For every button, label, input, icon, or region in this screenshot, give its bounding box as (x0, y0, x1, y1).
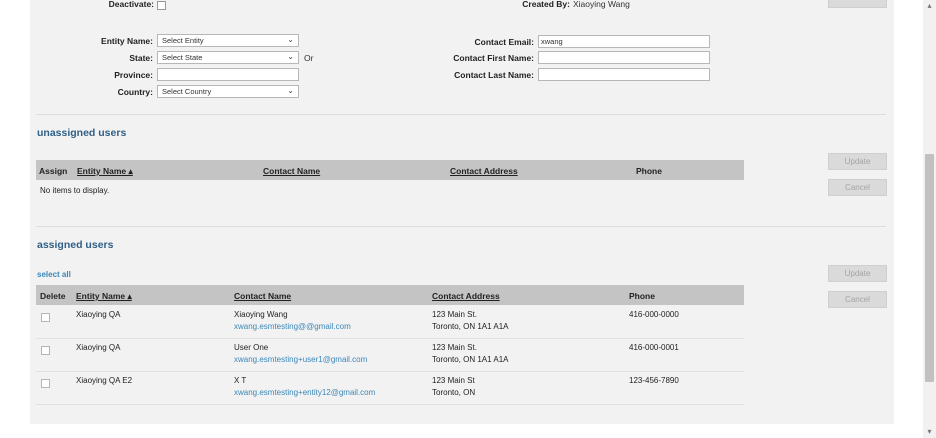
scrollbar-thumb[interactable] (925, 154, 934, 382)
contact-first-name-label: Contact First Name: (453, 53, 534, 63)
table-row: Xiaoying QA E2 X T xwang.esmtesting+enti… (36, 372, 744, 405)
contact-last-name-input[interactable] (538, 68, 710, 81)
phone-cell: 123-456-7890 (629, 376, 679, 385)
or-label: Or (304, 53, 314, 63)
address-line1-cell: 123 Main St (432, 376, 475, 385)
state-select-value: Select State (162, 53, 203, 62)
chevron-down-icon: ⌄ (287, 35, 294, 44)
table-row: Xiaoying QA User One xwang.esmtesting+us… (36, 339, 744, 372)
assigned-users-title: assigned users (37, 239, 114, 251)
country-label: Country: (117, 87, 153, 97)
entity-name-select-value: Select Entity (162, 36, 204, 45)
column-phone: Phone (636, 166, 662, 176)
province-label: Province: (114, 70, 153, 80)
table-row: Xiaoying QA Xiaoying Wang xwang.esmtesti… (36, 306, 744, 339)
scroll-down-arrow-icon[interactable]: ▾ (923, 426, 936, 438)
unassigned-update-button[interactable]: Update (828, 153, 887, 170)
deactivate-checkbox[interactable] (157, 1, 166, 10)
created-by-value: Xiaoying Wang (573, 0, 630, 9)
address-line2-cell: Toronto, ON 1A1 A1A (432, 322, 509, 331)
unassigned-cancel-button[interactable]: Cancel (828, 179, 887, 196)
column-delete: Delete (40, 291, 66, 301)
phone-cell: 416-000-0000 (629, 310, 679, 319)
assigned-update-button[interactable]: Update (828, 265, 887, 282)
contact-last-name-label: Contact Last Name: (454, 70, 534, 80)
country-select-value: Select Country (162, 87, 212, 96)
delete-checkbox[interactable] (41, 346, 50, 355)
contact-email-label: Contact Email: (474, 37, 534, 47)
contact-email-link[interactable]: xwang.esmtesting+entity12@gmail.com (234, 387, 375, 399)
column-contact-name[interactable]: Contact Name (263, 166, 320, 176)
form-panel: Deactivate: Created By: Xiaoying Wang En… (30, 0, 894, 424)
deactivate-label: Deactivate: (108, 0, 154, 9)
assigned-table-header: Delete Entity Name ▴ Contact Name Contac… (36, 285, 744, 305)
empty-message: No items to display. (40, 186, 110, 195)
column-contact-address[interactable]: Contact Address (432, 291, 500, 301)
address-line2-cell: Toronto, ON 1A1 A1A (432, 355, 509, 364)
chevron-down-icon: ⌄ (287, 86, 294, 95)
delete-checkbox[interactable] (41, 313, 50, 322)
contact-first-name-input[interactable] (538, 51, 710, 64)
chevron-down-icon: ⌄ (287, 52, 294, 61)
contact-email-link[interactable]: xwang.esmtesting@@gmail.com (234, 321, 351, 333)
state-select[interactable]: Select State ⌄ (157, 51, 299, 64)
column-entity-name-sort[interactable]: Entity Name ▴ (76, 291, 132, 302)
column-contact-name[interactable]: Contact Name (234, 291, 291, 301)
vertical-scrollbar[interactable]: ▴ ▾ (923, 0, 936, 438)
address-line2-cell: Toronto, ON (432, 388, 476, 397)
contact-email-input[interactable]: xwang (538, 35, 710, 48)
address-line1-cell: 123 Main St. (432, 310, 477, 319)
entity-name-label: Entity Name: (101, 36, 153, 46)
column-assign: Assign (39, 166, 68, 176)
created-by-label: Created By: (522, 0, 570, 9)
entity-name-cell: Xiaoying QA (76, 310, 121, 319)
top-action-button[interactable] (828, 0, 887, 8)
entity-name-cell: Xiaoying QA (76, 343, 121, 352)
contact-name-cell: X T (234, 376, 247, 385)
unassigned-table-header: Assign Entity Name ▴ Contact Name Contac… (36, 160, 744, 180)
province-input[interactable] (157, 68, 299, 81)
entity-name-cell: Xiaoying QA E2 (76, 376, 133, 385)
column-phone: Phone (629, 291, 655, 301)
assigned-cancel-button[interactable]: Cancel (828, 291, 887, 308)
section-divider (36, 114, 886, 115)
contact-name-cell: Xiaoying Wang (234, 310, 288, 319)
country-select[interactable]: Select Country ⌄ (157, 85, 299, 98)
select-all-link[interactable]: select all (37, 270, 71, 279)
scroll-up-arrow-icon[interactable]: ▴ (923, 0, 936, 12)
column-entity-name-sort[interactable]: Entity Name ▴ (77, 166, 133, 177)
address-line1-cell: 123 Main St. (432, 343, 477, 352)
delete-checkbox[interactable] (41, 379, 50, 388)
contact-name-cell: User One (234, 343, 269, 352)
column-contact-address[interactable]: Contact Address (450, 166, 518, 176)
phone-cell: 416-000-0001 (629, 343, 679, 352)
state-label: State: (129, 53, 153, 63)
unassigned-users-title: unassigned users (37, 127, 127, 139)
entity-name-select[interactable]: Select Entity ⌄ (157, 34, 299, 47)
section-divider (36, 226, 886, 227)
contact-email-link[interactable]: xwang.esmtesting+user1@gmail.com (234, 354, 367, 366)
